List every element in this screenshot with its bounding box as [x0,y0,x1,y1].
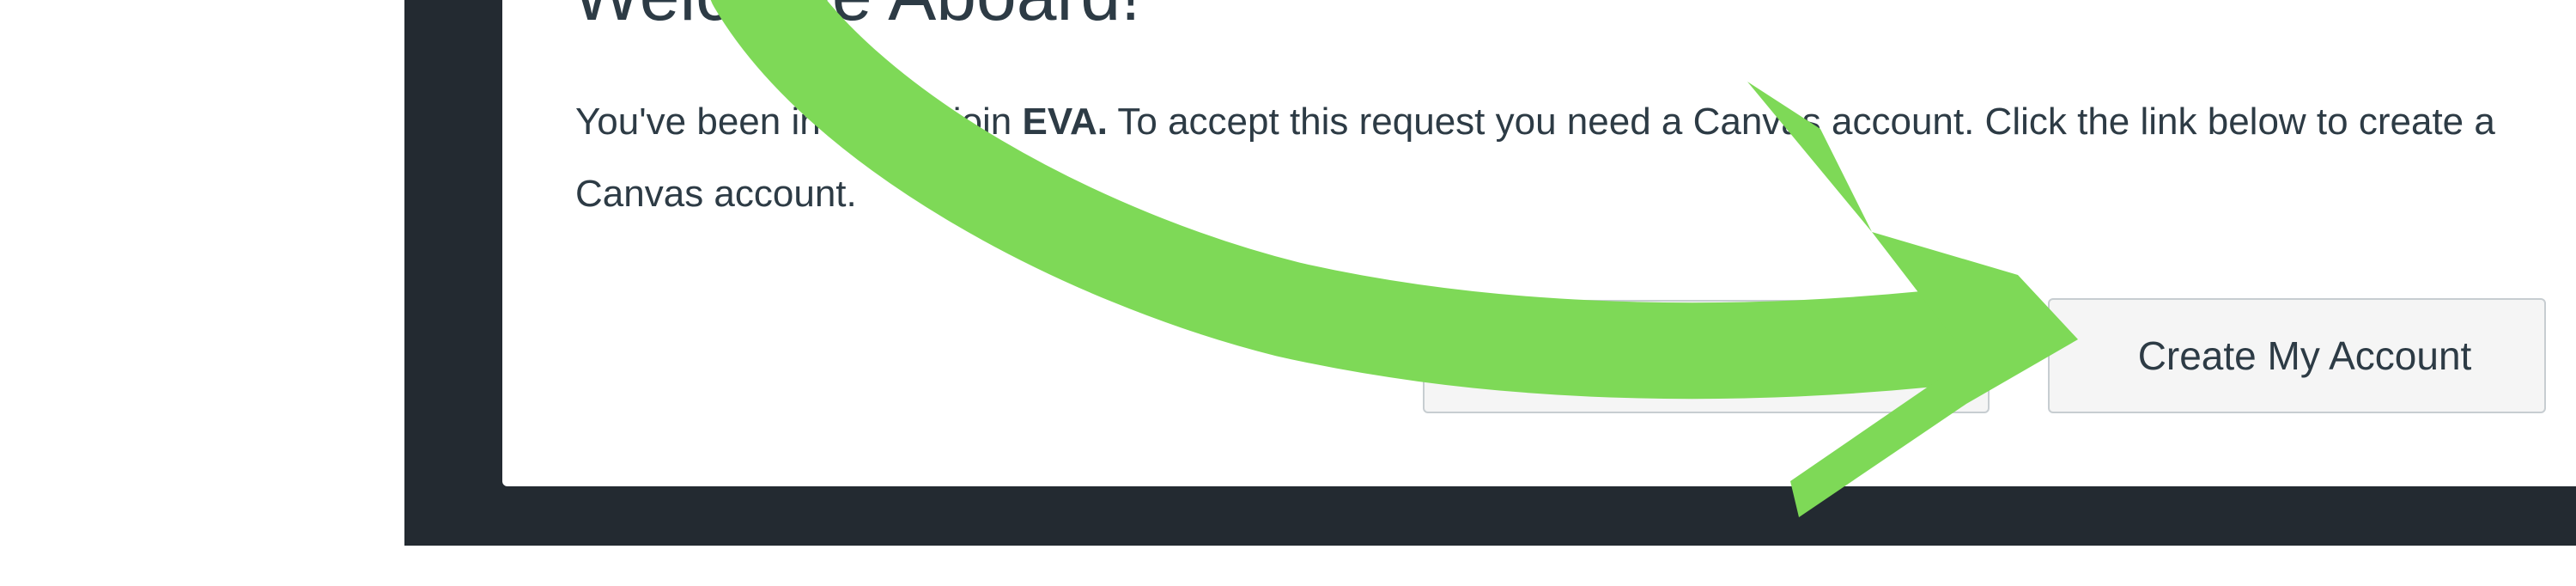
page-stage: Welcome Aboard! You've been invited to j… [0,0,2576,586]
dialog-title: Welcome Aboard! [573,0,1140,37]
create-account-button[interactable]: Create My Account [2048,298,2546,413]
organization-name: EVA. [1022,101,1108,143]
message-intro: You've been invited to join [575,101,1023,143]
secondary-button[interactable] [1423,300,1990,413]
invite-dialog: Welcome Aboard! You've been invited to j… [502,0,2576,486]
dialog-message: You've been invited to join EVA. To acce… [575,86,2533,230]
